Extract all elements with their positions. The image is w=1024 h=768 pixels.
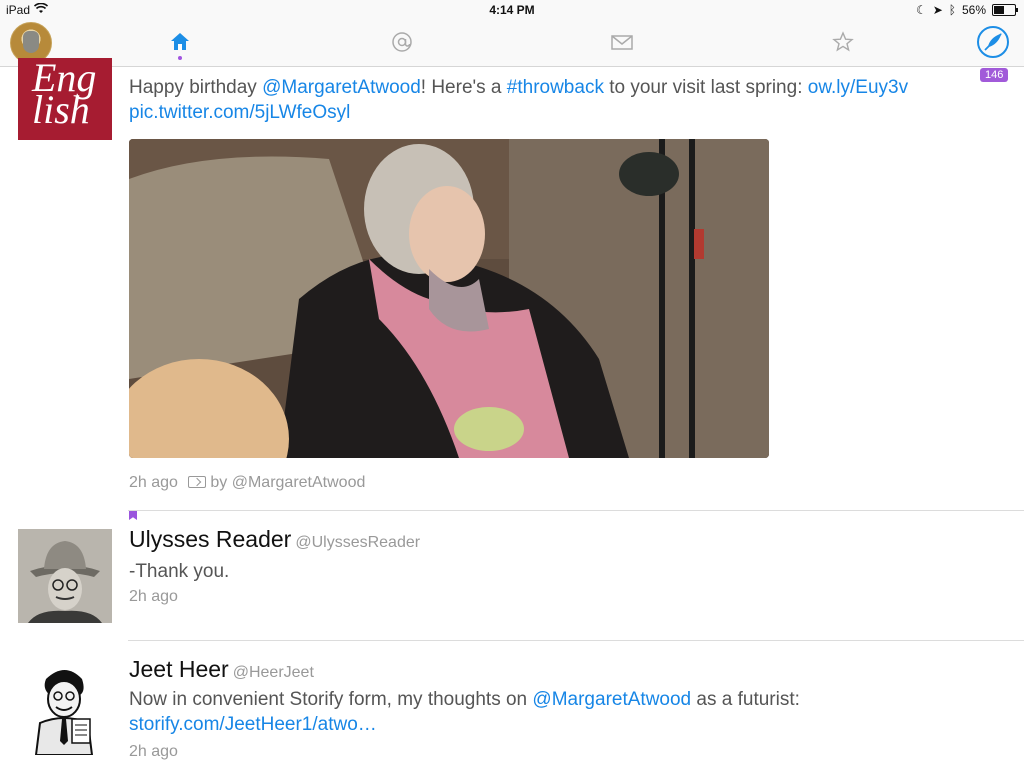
mention-link[interactable]: @MargaretAtwood bbox=[262, 77, 421, 98]
url-link[interactable]: storify.com/JeetHeer1/atwo… bbox=[129, 714, 377, 735]
tweet-time: 2h ago bbox=[129, 588, 178, 605]
bookmark-marker-icon bbox=[129, 511, 137, 520]
tab-favorites[interactable] bbox=[831, 30, 855, 54]
tweet-text-part: Now in convenient Storify form, my thoug… bbox=[129, 689, 533, 710]
ulysses-portrait bbox=[18, 529, 112, 623]
english-avatar[interactable]: Eng lish bbox=[18, 58, 112, 140]
avatar-text-line2: lish bbox=[32, 87, 90, 132]
star-icon bbox=[832, 31, 854, 52]
envelope-icon bbox=[611, 35, 633, 50]
tweet-body: Jeet Heer @HeerJeet Now in convenient Sto… bbox=[129, 656, 956, 761]
tweet-text: Happy birthday @MargaretAtwood! Here's a… bbox=[129, 75, 956, 125]
bluetooth-icon: ᛒ bbox=[948, 3, 956, 17]
tweet-text-part: ! Here's a bbox=[420, 77, 507, 98]
tweet-meta: 2h ago by @MargaretAtwood bbox=[129, 474, 365, 492]
jeet-avatar[interactable] bbox=[18, 661, 112, 755]
url-link[interactable]: ow.ly/Euy3v bbox=[808, 77, 908, 98]
retweeted-by[interactable]: by @MargaretAtwood bbox=[210, 474, 365, 491]
clock: 4:14 PM bbox=[489, 3, 535, 17]
battery-percent: 56% bbox=[961, 3, 986, 17]
battery-icon bbox=[992, 4, 1018, 16]
unread-count-badge[interactable]: 146 bbox=[980, 68, 1009, 82]
photo-image bbox=[129, 139, 769, 458]
unread-dot bbox=[178, 56, 182, 60]
author-handle[interactable]: @UlyssesReader bbox=[295, 534, 420, 551]
tweet-text: -Thank you. bbox=[129, 561, 230, 582]
tweet-text: Now in convenient Storify form, my thoug… bbox=[129, 687, 956, 737]
tweet-text-part: to your visit last spring: bbox=[603, 77, 808, 98]
tweet-text-part: Happy birthday bbox=[129, 77, 263, 98]
profile-avatar-face bbox=[23, 31, 39, 53]
tweet-text-part: as a futurist: bbox=[691, 689, 800, 710]
status-right: ☾ ➤ ᛒ 56% bbox=[915, 3, 1018, 17]
tweet-body: Ulysses Reader @UlyssesReader -Thank you.… bbox=[129, 526, 956, 606]
tweet-photo[interactable] bbox=[129, 139, 769, 458]
jeet-caricature bbox=[34, 670, 94, 755]
battery-fill bbox=[994, 6, 1004, 14]
retweet-icon bbox=[188, 476, 207, 488]
tweet-time: 2h ago bbox=[129, 474, 178, 491]
location-arrow-icon: ➤ bbox=[932, 3, 943, 17]
tab-messages[interactable] bbox=[610, 30, 634, 54]
tab-mentions[interactable] bbox=[390, 30, 414, 54]
tweet-time: 2h ago bbox=[129, 743, 178, 760]
author-name[interactable]: Ulysses Reader bbox=[129, 526, 291, 552]
status-bar: iPad 4:14 PM ☾ ➤ ᛒ 56% bbox=[0, 0, 1024, 20]
mention-link[interactable]: @MargaretAtwood bbox=[532, 689, 691, 710]
compose-feather-icon bbox=[984, 33, 1002, 51]
divider bbox=[128, 510, 1024, 511]
author-handle[interactable]: @HeerJeet bbox=[233, 664, 314, 681]
tab-bar bbox=[0, 20, 1024, 67]
compose-button[interactable] bbox=[977, 26, 1009, 58]
moon-icon: ☾ bbox=[915, 3, 927, 17]
pic-link[interactable]: pic.twitter.com/5jLWfeOsyl bbox=[129, 102, 350, 123]
at-icon bbox=[392, 32, 412, 52]
hashtag-link[interactable]: #throwback bbox=[507, 77, 604, 98]
author-name[interactable]: Jeet Heer bbox=[129, 656, 229, 682]
home-icon bbox=[171, 33, 189, 50]
tweet-body: Happy birthday @MargaretAtwood! Here's a… bbox=[129, 75, 956, 125]
divider bbox=[128, 640, 1024, 641]
tab-home[interactable] bbox=[168, 30, 192, 60]
ulysses-avatar[interactable] bbox=[18, 529, 112, 623]
